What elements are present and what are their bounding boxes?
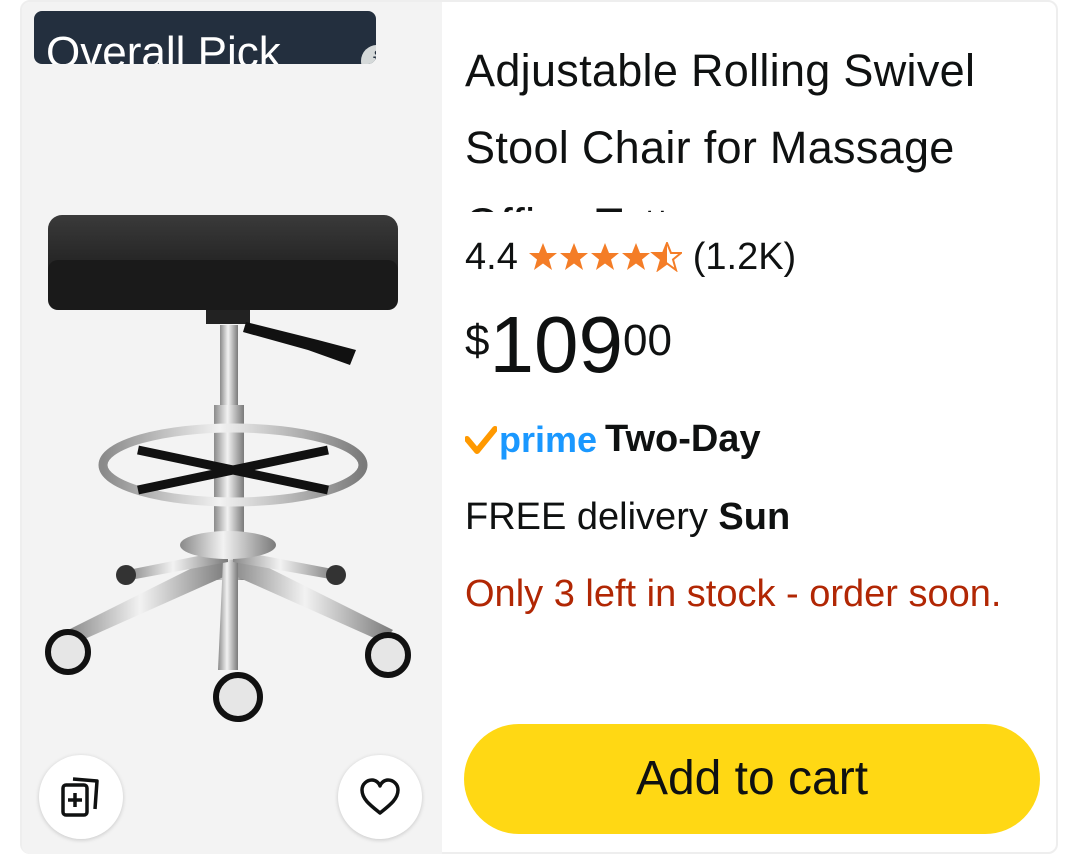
stock-warning: Only 3 left in stock - order soon. — [465, 573, 1002, 615]
heart-icon — [360, 778, 400, 815]
wishlist-button[interactable] — [338, 755, 422, 839]
rating-count: (1.2K) — [692, 236, 797, 278]
delivery-day: Sun — [718, 496, 791, 538]
price: $10900 — [465, 300, 672, 390]
badge-label: Overall Pick — [46, 28, 281, 64]
add-to-cart-button[interactable]: Add to cart — [464, 724, 1040, 834]
price-whole: 109 — [489, 300, 623, 389]
compare-button[interactable] — [39, 755, 123, 839]
overall-pick-badge: Overall Pick i — [34, 11, 376, 64]
compare-add-icon — [61, 777, 99, 817]
star-rating-icon — [529, 242, 683, 271]
prime-badge: prime Two-Day — [465, 418, 761, 472]
prime-label: prime — [499, 418, 598, 460]
price-symbol: $ — [465, 316, 490, 365]
product-image[interactable] — [38, 200, 428, 730]
delivery-info: FREE delivery Sun — [465, 492, 790, 542]
rating-value: 4.4 — [465, 236, 518, 278]
info-icon[interactable]: i — [361, 45, 376, 64]
delivery-speed: Two-Day — [605, 418, 761, 460]
prime-check-icon — [465, 425, 497, 454]
rating-row[interactable]: 4.4 (1.2K) — [465, 232, 796, 282]
price-fraction: 00 — [622, 316, 672, 365]
product-title[interactable]: Adjustable Rolling Swivel Stool Chair fo… — [465, 32, 1035, 212]
delivery-prefix: FREE delivery — [465, 496, 708, 538]
